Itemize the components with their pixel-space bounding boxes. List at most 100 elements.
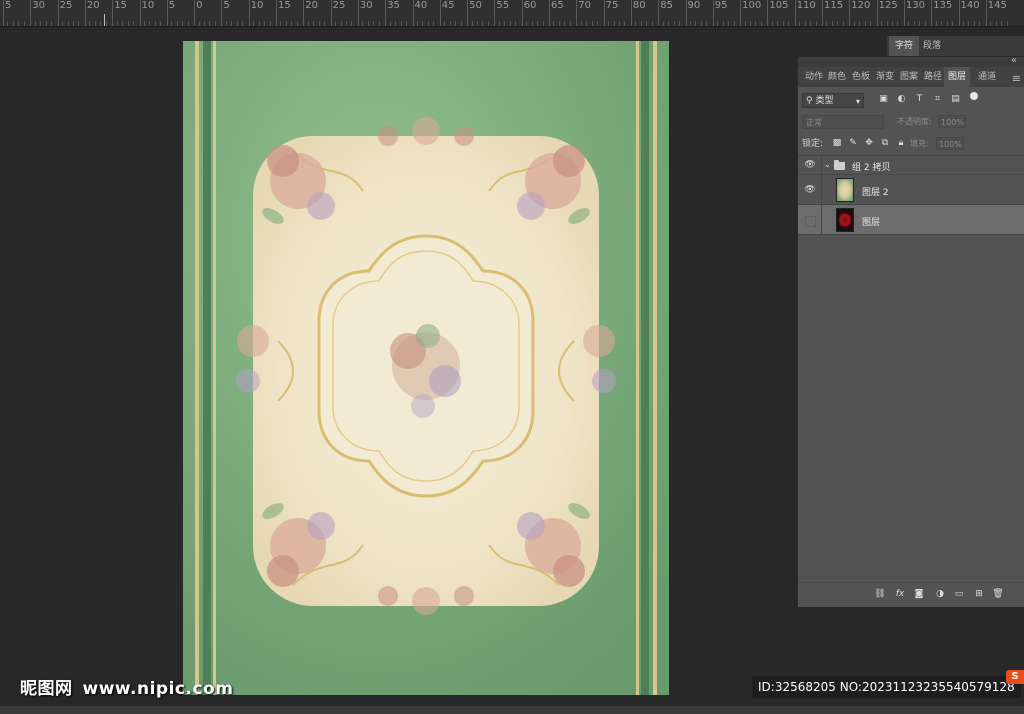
ruler-minor-tick	[640, 21, 642, 26]
adjustment-layer-icon[interactable]: ◑	[934, 588, 946, 600]
ruler-minor-tick	[968, 21, 970, 26]
layer-name[interactable]: 图层	[862, 215, 880, 228]
type-filter-icon[interactable]: T	[914, 94, 925, 105]
ruler-minor-tick	[269, 21, 271, 26]
ruler-minor-tick	[569, 21, 571, 26]
ruler-tick-label: 125	[876, 0, 898, 26]
visibility-toggle-off[interactable]	[805, 216, 816, 227]
eye-icon[interactable]: 👁︎	[804, 160, 816, 170]
new-layer-icon[interactable]: ⊞	[973, 588, 985, 600]
ruler-minor-tick	[558, 21, 560, 26]
lock-all-icon[interactable]: 🔒︎	[896, 137, 906, 149]
ruler-minor-tick	[149, 21, 151, 26]
tab-patterns[interactable]: 图案	[898, 67, 920, 87]
ruler-minor-tick	[673, 21, 675, 26]
ruler-tick-label: 10	[248, 0, 264, 26]
opacity-field[interactable]: 100%	[938, 115, 966, 128]
smart-object-filter-icon[interactable]: ▤	[950, 94, 961, 105]
ruler-minor-tick	[307, 21, 309, 26]
fill-field[interactable]: 100%	[936, 137, 964, 150]
layer-name[interactable]: 组 2 拷贝	[852, 160, 890, 173]
ruler-minor-tick	[313, 21, 315, 26]
new-group-icon[interactable]: ▭	[953, 588, 965, 600]
lock-artboard-icon[interactable]: ⧉	[880, 137, 890, 149]
layers-panel: « 动作 颜色 色板 渐变 图案 路径 图层 通道 ≡ ⚲ 类型 ▾ ▣ ◐ T…	[797, 55, 1024, 608]
layer-row-layer[interactable]: 图层	[798, 205, 1024, 235]
ruler-minor-tick	[515, 21, 517, 26]
ruler-minor-tick	[378, 21, 380, 26]
lock-paint-icon[interactable]: ✎	[848, 137, 858, 149]
watermark-brand-name: 昵图网	[20, 679, 73, 699]
layer-row-layer2[interactable]: 👁︎ 图层 2	[798, 175, 1024, 205]
eye-icon[interactable]: 👁︎	[804, 185, 816, 195]
pixel-filter-icon[interactable]: ▣	[878, 94, 889, 105]
ruler-tick-label: 140	[958, 0, 980, 26]
carpet-artwork	[183, 41, 669, 695]
ruler-minor-tick	[782, 21, 784, 26]
tab-character[interactable]: 字符	[889, 36, 920, 56]
link-layers-icon[interactable]: ⛓	[874, 588, 886, 600]
ruler-minor-tick	[842, 21, 844, 26]
lock-position-icon[interactable]: ✥	[864, 137, 874, 149]
add-mask-icon[interactable]: ◙	[913, 588, 925, 600]
ruler-minor-tick	[924, 21, 926, 26]
ruler-minor-tick	[427, 21, 429, 26]
tab-layers[interactable]: 图层	[944, 67, 971, 87]
fx-icon[interactable]: fx	[894, 588, 906, 600]
shape-filter-icon[interactable]: ⌗	[932, 94, 943, 105]
ruler-minor-tick	[105, 21, 107, 26]
ruler-tick-label: 50	[467, 0, 482, 26]
horizontal-ruler[interactable]: 5 30 25 20 15 10 5 0 5 10 15 20 25 30 35 40 45 50 55 60 65 70…	[0, 0, 1024, 27]
tab-swatches[interactable]: 色板	[850, 67, 872, 87]
layer-name[interactable]: 图层 2	[862, 185, 889, 198]
blend-mode-select[interactable]: 正常	[802, 115, 884, 129]
ruler-tick-label: 30	[357, 0, 373, 26]
adjustment-filter-icon[interactable]: ◐	[896, 94, 907, 105]
ruler-minor-tick	[662, 21, 664, 26]
tab-color[interactable]: 颜色	[826, 67, 848, 87]
tab-channels[interactable]: 通道	[976, 67, 998, 87]
trash-icon[interactable]: 🗑︎	[992, 588, 1004, 600]
document-canvas[interactable]	[183, 41, 669, 695]
ruler-minor-tick	[127, 21, 129, 26]
filter-type-select[interactable]: ⚲ 类型 ▾	[802, 93, 864, 108]
ruler-tick-label: 85	[658, 0, 673, 26]
lock-transparent-icon[interactable]: ▩	[832, 137, 842, 149]
chevron-down-icon[interactable]: ⌄	[824, 160, 831, 169]
ruler-minor-tick	[209, 21, 211, 26]
ruler-minor-tick	[324, 21, 326, 26]
ruler-tick-label: 25	[330, 0, 346, 26]
ruler-minor-tick	[804, 21, 806, 26]
ruler-minor-tick	[935, 21, 937, 26]
ruler-tick-label: 65	[549, 0, 564, 26]
filter-toggle-switch[interactable]	[970, 92, 978, 100]
panel-menu-icon[interactable]: ≡	[1012, 72, 1021, 85]
ruler-minor-tick	[897, 21, 899, 26]
collapse-panel-icon[interactable]: «	[1011, 55, 1017, 66]
ruler-minor-tick	[171, 21, 173, 26]
ruler-minor-tick	[760, 21, 762, 26]
ruler-minor-tick	[995, 21, 997, 26]
ruler-minor-tick	[487, 21, 489, 26]
row-separator	[821, 175, 822, 204]
ruler-tick-label: 95	[712, 0, 728, 26]
tab-gradients[interactable]: 渐变	[874, 67, 896, 87]
ruler-minor-tick	[777, 21, 779, 26]
ruler-minor-tick	[608, 21, 610, 26]
ruler-minor-tick	[771, 21, 773, 26]
ruler-minor-tick	[597, 21, 599, 26]
opacity-label: 不透明度:	[897, 117, 932, 126]
layer-row-group[interactable]: 👁︎ ⌄ 组 2 拷贝	[798, 155, 1024, 175]
tab-actions[interactable]: 动作	[803, 67, 825, 87]
search-icon: ⚲	[806, 96, 813, 106]
ruler-minor-tick	[750, 21, 752, 26]
tab-paragraph[interactable]: 段落	[917, 36, 947, 56]
ruler-minor-tick	[613, 21, 615, 26]
ruler-minor-tick	[870, 21, 872, 26]
ruler-minor-tick	[7, 21, 9, 26]
ruler-tick-label: 55	[494, 0, 510, 26]
ruler-minor-tick	[990, 21, 992, 26]
tab-paths[interactable]: 路径	[922, 67, 944, 87]
ruler-tick-label: 120	[849, 0, 871, 26]
ruler-minor-tick	[881, 21, 883, 26]
